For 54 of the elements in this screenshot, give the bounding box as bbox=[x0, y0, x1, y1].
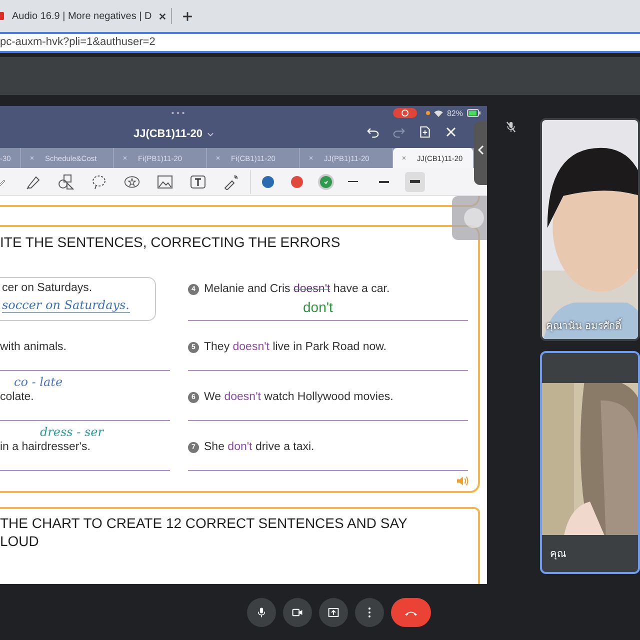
participant-tile[interactable]: คุณ bbox=[540, 351, 640, 574]
camera-button[interactable] bbox=[283, 598, 312, 627]
text-box-icon[interactable] bbox=[190, 174, 206, 190]
image-icon[interactable] bbox=[157, 174, 173, 190]
mic-off-icon bbox=[506, 121, 516, 133]
marker-icon[interactable] bbox=[25, 174, 41, 190]
stroke-width-button[interactable] bbox=[405, 172, 425, 192]
participant-name: คุณ bbox=[550, 548, 566, 561]
exercise-heading: THE CHART TO CREATE 12 CORRECT SENTENCES AND SAY LOUD bbox=[0, 514, 408, 550]
sentence: She don't drive a taxi. bbox=[204, 441, 314, 453]
sentence: We doesn't watch Hollywood movies. bbox=[204, 391, 394, 403]
color-swatch[interactable] bbox=[320, 176, 332, 188]
dot-icon bbox=[426, 111, 430, 115]
handwritten-answer: soccer on Saturdays. bbox=[2, 298, 130, 313]
handwritten-answer: don't bbox=[303, 299, 333, 315]
side-panel-handle[interactable] bbox=[474, 121, 487, 185]
close-icon[interactable] bbox=[158, 12, 167, 20]
battery-level: 82% bbox=[446, 108, 463, 118]
sentence: Melanie and Cris doesn't have a car. bbox=[204, 283, 390, 295]
recording-icon bbox=[392, 108, 418, 118]
color-swatch[interactable] bbox=[291, 176, 303, 188]
microphone-button[interactable] bbox=[247, 598, 276, 627]
exercise-heading: ITE THE SENTENCES, CORRECTING THE ERRORS bbox=[0, 233, 342, 251]
present-screen-icon bbox=[328, 607, 339, 618]
chevron-down-icon[interactable] bbox=[206, 132, 214, 136]
address-field[interactable]: pc-auxm-hvk?pli=1&authuser=2 bbox=[0, 32, 640, 53]
present-screen-button[interactable] bbox=[319, 598, 348, 627]
sentence: in a hairdresser's. bbox=[0, 441, 90, 453]
handwritten-note: dress - ser bbox=[40, 425, 104, 439]
handwritten-note: co - late bbox=[14, 375, 63, 389]
participant-tile[interactable]: คุณานัน อมรศักดิ์ bbox=[540, 118, 640, 341]
sentence: with animals. bbox=[0, 341, 66, 353]
tab-title: Audio 16.9 | More negatives | D bbox=[12, 10, 152, 22]
wifi-icon bbox=[434, 110, 443, 116]
participant-name: คุณานัน อมรศักดิ์ bbox=[546, 318, 621, 333]
sentence: colate. bbox=[0, 391, 34, 403]
hang-up-button[interactable] bbox=[391, 598, 431, 627]
sentence: cer on Saturdays. bbox=[2, 282, 92, 294]
phone-icon bbox=[404, 608, 418, 616]
microphone-icon bbox=[256, 607, 267, 618]
sentence: They doesn't live in Park Road now. bbox=[204, 341, 386, 353]
laser-pointer-icon[interactable] bbox=[223, 174, 239, 190]
document-title[interactable]: JJ(CB1)11-20 bbox=[133, 128, 214, 140]
new-tab-icon[interactable] bbox=[182, 10, 193, 22]
sticker-icon[interactable] bbox=[124, 174, 140, 190]
camera-icon bbox=[292, 607, 303, 618]
more-icon[interactable] bbox=[171, 111, 185, 115]
undo-icon[interactable] bbox=[367, 126, 379, 138]
lasso-icon[interactable] bbox=[91, 174, 107, 190]
browser-tab[interactable]: Audio 16.9 | More negatives | D bbox=[0, 4, 167, 28]
color-swatch[interactable] bbox=[262, 176, 274, 188]
shapes-icon[interactable] bbox=[58, 174, 74, 190]
add-page-icon[interactable] bbox=[419, 126, 431, 138]
battery-icon bbox=[467, 109, 481, 117]
